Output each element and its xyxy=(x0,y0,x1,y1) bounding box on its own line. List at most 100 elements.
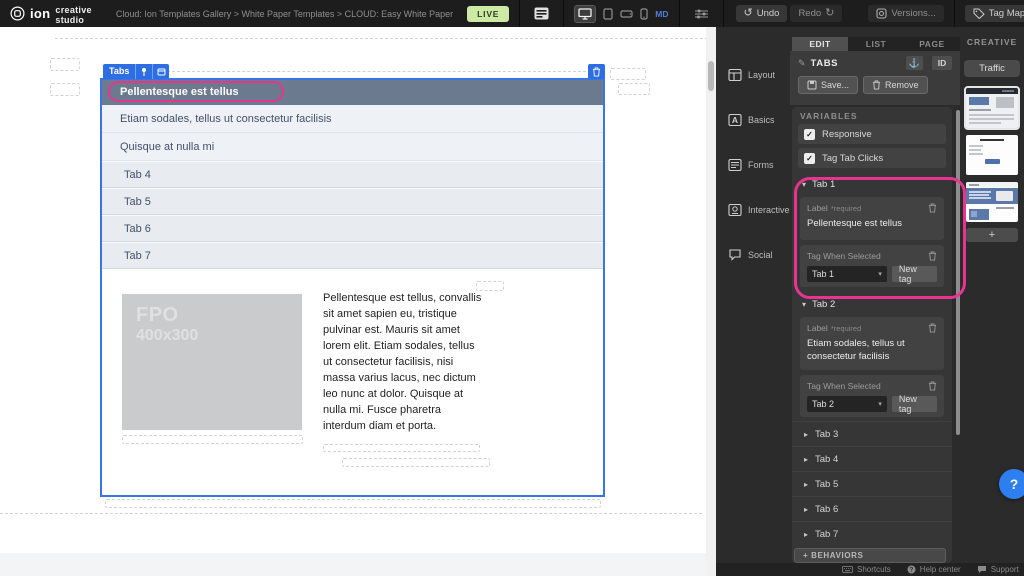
device-tablet-button[interactable] xyxy=(603,8,613,20)
device-phone-portrait-button[interactable] xyxy=(640,8,648,20)
fpo-image-placeholder[interactable]: FPO 400x300 xyxy=(122,294,302,430)
tab2-tag-select[interactable]: Tab 2 ▾ xyxy=(807,396,887,412)
id-button[interactable]: ID xyxy=(932,56,952,70)
social-icon xyxy=(728,248,742,262)
save-button[interactable]: Save... xyxy=(798,76,858,94)
responsive-checkbox[interactable]: ✓ Responsive xyxy=(798,124,946,144)
versions-button[interactable]: Versions... xyxy=(868,5,943,22)
basics-icon: A xyxy=(728,113,742,127)
tab1-tag-select[interactable]: Tab 1 ▾ xyxy=(807,266,887,282)
rows-layout-button[interactable] xyxy=(530,7,553,20)
tab3-section-header[interactable]: ▸ Tab 3 xyxy=(792,421,952,446)
anchor-icon: ⚓ xyxy=(909,58,920,69)
tab1-section-header[interactable]: ▾ Tab 1 xyxy=(802,179,835,190)
app-logo[interactable]: ion creative studio xyxy=(0,3,100,25)
dashed-placeholder xyxy=(50,58,80,71)
canvas-scrollbar[interactable] xyxy=(706,27,716,576)
tab-row[interactable]: Tab 4 xyxy=(102,161,603,188)
versions-icon xyxy=(876,8,887,19)
caret-right-icon: ▸ xyxy=(804,505,808,514)
rename-pencil-icon[interactable]: ✎ xyxy=(798,58,806,69)
delete-field-button[interactable] xyxy=(928,251,937,261)
breakpoint-md-label[interactable]: MD xyxy=(655,9,668,19)
tab-selected[interactable]: Pellentesque est tellus xyxy=(102,80,603,105)
undo-icon: ↺ xyxy=(744,8,753,19)
tabs-widget[interactable]: Pellentesque est tellus Etiam sodales, t… xyxy=(100,78,605,497)
tab2-label-field: Label *required Etiam sodales, tellus ut… xyxy=(800,317,944,370)
checkbox-checked-icon: ✓ xyxy=(804,129,815,140)
undo-button[interactable]: ↺ Undo xyxy=(736,5,788,22)
tab-row[interactable]: Tab 7 xyxy=(102,242,603,269)
shortcuts-link[interactable]: Shortcuts xyxy=(842,565,891,574)
canvas-scrollbar-thumb[interactable] xyxy=(708,61,714,91)
forms-icon xyxy=(728,158,742,172)
device-desktop-button[interactable] xyxy=(574,5,596,23)
panel-tab-list[interactable]: LIST xyxy=(848,37,904,51)
redo-button[interactable]: Redo ↻ xyxy=(790,5,842,22)
top-toolbar: ion creative studio Cloud: Ion Templates… xyxy=(0,0,1024,27)
anchor-button[interactable]: ⚓ xyxy=(906,56,923,70)
sidebar-category-interactive[interactable]: Interactive xyxy=(728,203,790,217)
settings-sliders-button[interactable] xyxy=(690,8,713,20)
dock-icon xyxy=(157,68,166,76)
widget-type-badge[interactable]: Tabs xyxy=(103,64,135,79)
tab-content-panel: FPO 400x300 Pellentesque est tellus, con… xyxy=(102,269,603,495)
tab4-section-header[interactable]: ▸ Tab 4 xyxy=(792,446,952,471)
tab-row[interactable]: Tab 6 xyxy=(102,215,603,242)
help-button[interactable]: ? xyxy=(999,469,1024,499)
tablet-icon xyxy=(603,8,613,20)
support-link[interactable]: Support xyxy=(977,565,1019,574)
tab-row[interactable]: Quisque at nulla mi xyxy=(102,133,603,161)
tab7-section-header[interactable]: ▸ Tab 7 xyxy=(792,521,952,546)
page-thumbnail-2[interactable] xyxy=(966,135,1018,175)
sidebar-category-forms[interactable]: Forms xyxy=(728,158,774,172)
help-center-link[interactable]: ? Help center xyxy=(907,565,961,574)
add-page-button[interactable]: + xyxy=(966,228,1018,242)
traffic-tab[interactable]: Traffic xyxy=(964,60,1020,77)
tab-row[interactable]: Etiam sodales, tellus ut consectetur fac… xyxy=(102,105,603,133)
widget-toolbar: Tabs xyxy=(103,64,169,79)
monitor-icon xyxy=(578,8,592,20)
page-thumbnail-3[interactable] xyxy=(966,182,1018,222)
sidebar-category-basics[interactable]: A Basics xyxy=(728,113,775,127)
tab2-section-header[interactable]: ▾ Tab 2 xyxy=(802,299,835,310)
delete-field-button[interactable] xyxy=(928,203,937,213)
pin-widget-button[interactable] xyxy=(135,64,152,79)
delete-field-button[interactable] xyxy=(928,381,937,391)
caret-right-icon: ▸ xyxy=(804,530,808,539)
tab-row[interactable]: Tab 5 xyxy=(102,188,603,215)
tag-tab-clicks-checkbox[interactable]: ✓ Tag Tab Clicks xyxy=(798,148,946,168)
trash-icon xyxy=(592,67,601,77)
tab1-label-field: Label *required Pellentesque est tellus xyxy=(800,197,944,240)
new-tag-button[interactable]: New tag xyxy=(892,396,937,412)
tab2-label-input[interactable]: Etiam sodales, tellus ut consectetur fac… xyxy=(807,338,937,364)
divider xyxy=(519,0,520,27)
tab1-tag-field: Tag When Selected Tab 1 ▾ New tag xyxy=(800,245,944,287)
new-tag-button[interactable]: New tag xyxy=(892,266,937,282)
edit-panel: EDIT LIST PAGE ✎ TABS ⚓ ID Save... xyxy=(790,27,960,576)
tab-paragraph[interactable]: Pellentesque est tellus, convallis sit a… xyxy=(323,291,483,434)
right-sidebar: Layout A Basics Forms Interactive Social… xyxy=(716,27,1024,576)
editor-canvas: Tabs Pellentesque est tellus Etiam sodal… xyxy=(0,27,716,576)
page-thumbnail-1[interactable] xyxy=(966,88,1018,128)
breadcrumb: Cloud: Ion Templates Gallery > White Pap… xyxy=(116,9,453,19)
dock-widget-button[interactable] xyxy=(152,64,169,79)
tag-map-button[interactable]: Tag Map xyxy=(965,5,1024,22)
tab6-section-header[interactable]: ▸ Tab 6 xyxy=(792,496,952,521)
redo-icon: ↻ xyxy=(825,8,834,19)
element-header: ✎ TABS ⚓ ID Save... Remove xyxy=(790,51,960,105)
panel-tab-page[interactable]: PAGE xyxy=(904,37,960,51)
panel-tab-edit[interactable]: EDIT xyxy=(792,37,848,51)
live-badge: LIVE xyxy=(467,6,509,22)
remove-button[interactable]: Remove xyxy=(863,76,928,94)
tab5-section-header[interactable]: ▸ Tab 5 xyxy=(792,471,952,496)
sidebar-category-layout[interactable]: Layout xyxy=(728,68,775,82)
delete-field-button[interactable] xyxy=(928,323,937,333)
device-phone-landscape-button[interactable] xyxy=(620,10,633,18)
dashed-placeholder xyxy=(55,38,713,39)
delete-widget-button[interactable] xyxy=(588,64,605,79)
behaviors-expander[interactable]: + BEHAVIORS xyxy=(794,548,946,563)
tab1-label-input[interactable]: Pellentesque est tellus xyxy=(807,218,937,231)
sidebar-category-social[interactable]: Social xyxy=(728,248,773,262)
layout-icon xyxy=(728,68,742,82)
